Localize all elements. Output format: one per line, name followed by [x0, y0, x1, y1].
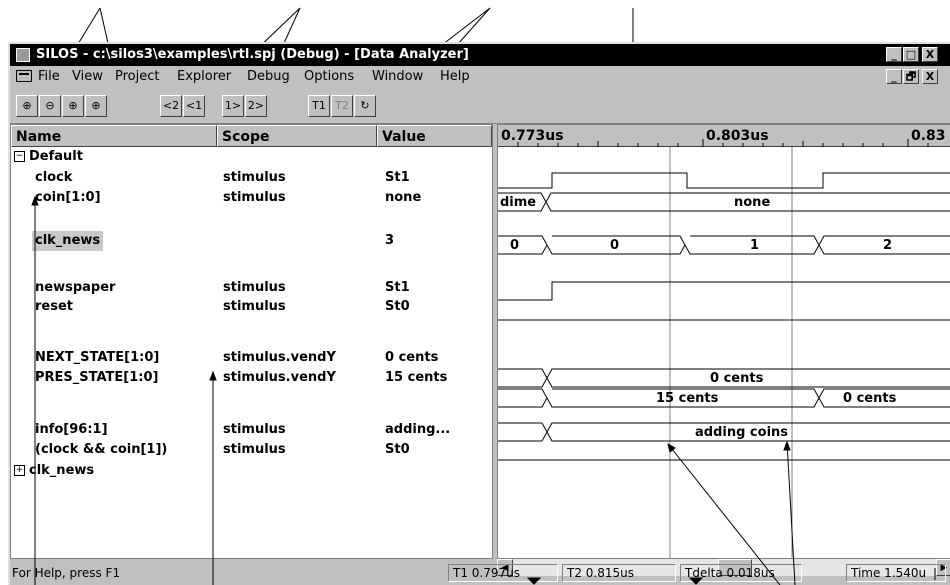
wave-value: 15 cents — [656, 391, 719, 406]
timer-t2-button[interactable]: T2 — [331, 95, 353, 117]
signal-row[interactable]: clock stimulus St1 — [11, 168, 494, 188]
wave-value: 0 — [510, 238, 519, 253]
signal-row[interactable]: + clk_news — [11, 461, 494, 481]
wave-value: 0 cents — [843, 391, 897, 406]
zoom-full-icon[interactable]: ⊕ — [62, 95, 84, 117]
signal-name: (clock && coin[1]) — [35, 442, 168, 457]
wave-value: adding coins — [695, 425, 788, 440]
child-restore-button[interactable]: 🗗 — [903, 69, 919, 84]
signal-scope: stimulus.vendY — [223, 350, 336, 365]
step-forward-1-button[interactable]: 1> — [222, 95, 244, 117]
status-bar: For Help, press F1 T1 0.797us T2 0.815us… — [10, 561, 950, 585]
expand-icon[interactable]: + — [14, 465, 25, 476]
status-t1: T1 0.797us — [448, 564, 558, 582]
status-t2: T2 0.815us — [562, 564, 676, 582]
signal-value: St1 — [385, 170, 410, 185]
zoom-in-icon[interactable]: ⊕ — [16, 95, 38, 117]
menu-debug[interactable]: Debug — [247, 66, 290, 87]
signal-name: PRES_STATE[1:0] — [35, 370, 159, 385]
app-icon[interactable] — [16, 48, 30, 62]
signal-scope: stimulus.vendY — [223, 370, 336, 385]
signal-value: 15 cents — [385, 370, 448, 385]
ruler-ticks — [517, 139, 929, 147]
signal-row-selected[interactable]: clk_news 3 — [11, 231, 494, 251]
signal-name: clock — [35, 170, 73, 185]
menu-options[interactable]: Options — [304, 66, 354, 87]
waveforms: dime none 0 0 1 2 0 cents 15 cents 0 cen… — [498, 147, 950, 558]
window-title: SILOS - c:\silos3\examples\rtl.spj (Debu… — [36, 47, 469, 62]
wave-value: 2 — [883, 238, 892, 253]
signal-scope: stimulus — [223, 190, 286, 205]
step-back-2-button[interactable]: <2 — [160, 95, 182, 117]
close-button[interactable]: X — [922, 47, 938, 62]
menu-bar: File View Project Explorer Debug Options… — [10, 66, 950, 87]
column-header-value[interactable]: Value — [377, 125, 492, 147]
wave-value: 1 — [750, 238, 759, 253]
column-header-name[interactable]: Name — [11, 125, 217, 147]
group-name: clk_news — [29, 463, 95, 478]
menu-project[interactable]: Project — [115, 66, 159, 87]
child-minimize-button[interactable]: _ — [886, 69, 902, 84]
signal-row[interactable]: PRES_STATE[1:0] stimulus.vendY 15 cents — [11, 368, 494, 388]
wave-value: dime — [500, 195, 536, 210]
signal-row[interactable]: coin[1:0] stimulus none — [11, 188, 494, 208]
signal-row[interactable]: − Default — [11, 147, 494, 167]
signal-name: NEXT_STATE[1:0] — [35, 350, 160, 365]
column-header-scope[interactable]: Scope — [217, 125, 377, 147]
signal-row[interactable]: (clock && coin[1]) stimulus St0 — [11, 440, 494, 460]
step-back-1-button[interactable]: <1 — [183, 95, 205, 117]
group-name: Default — [29, 149, 83, 164]
signal-value: adding... — [385, 422, 451, 437]
signal-row[interactable]: info[96:1] stimulus adding... — [11, 420, 494, 440]
refresh-icon[interactable]: ↻ — [354, 95, 376, 117]
signal-row[interactable]: NEXT_STATE[1:0] stimulus.vendY 0 cents — [11, 348, 494, 368]
menu-file[interactable]: File — [38, 66, 60, 87]
signal-scope: stimulus — [223, 299, 286, 314]
menu-view[interactable]: View — [72, 66, 103, 87]
wave-value: none — [734, 195, 770, 210]
menu-window[interactable]: Window — [372, 66, 423, 87]
timer-t1-button[interactable]: T1 — [308, 95, 330, 117]
signal-name: coin[1:0] — [35, 190, 101, 205]
document-icon[interactable] — [16, 70, 32, 82]
signal-name: info[96:1] — [35, 422, 108, 437]
signal-name: reset — [35, 299, 73, 314]
signal-row[interactable]: newspaper stimulus St1 — [11, 278, 494, 298]
wave-value: 0 cents — [710, 371, 764, 386]
zoom-out-icon[interactable]: ⊖ — [39, 95, 61, 117]
status-help: For Help, press F1 — [12, 566, 121, 580]
signal-value: 3 — [385, 233, 395, 248]
toolbar: ⊕ ⊖ ⊕ ⊕ <2 <1 1> 2> T1 T2 ↻ — [10, 87, 950, 124]
waveform-pane[interactable]: 0.773us 0.803us 0.83 dime none 0 0 1 2 0… — [497, 124, 950, 559]
signal-scope: stimulus — [223, 170, 286, 185]
zoom-region-icon[interactable]: ⊕ — [85, 95, 107, 117]
signal-scope: stimulus — [223, 280, 286, 295]
signal-list: Name Scope Value − Default clock stimulus… — [10, 124, 493, 559]
signal-scope: stimulus — [223, 422, 286, 437]
signal-value: none — [385, 190, 422, 205]
child-close-button[interactable]: X — [922, 69, 938, 84]
title-bar[interactable]: SILOS - c:\silos3\examples\rtl.spj (Debu… — [10, 44, 950, 66]
signal-value: St1 — [385, 280, 410, 295]
menu-help[interactable]: Help — [440, 66, 470, 87]
status-tdelta: Tdelta 0.018us — [680, 564, 802, 582]
menu-explorer[interactable]: Explorer — [177, 66, 231, 87]
minimize-button[interactable]: _ — [886, 47, 902, 62]
wave-value: 0 — [610, 238, 619, 253]
collapse-icon[interactable]: − — [14, 151, 25, 162]
signal-scope: stimulus — [223, 442, 286, 457]
signal-row[interactable]: reset stimulus St0 — [11, 297, 494, 317]
signal-name: clk_news — [32, 231, 104, 251]
signal-name: newspaper — [35, 280, 116, 295]
silos-window: SILOS - c:\silos3\examples\rtl.spj (Debu… — [8, 42, 950, 585]
step-forward-2-button[interactable]: 2> — [245, 95, 267, 117]
signal-value: 0 cents — [385, 350, 439, 365]
maximize-button[interactable]: □ — [903, 47, 919, 62]
signal-value: St0 — [385, 299, 410, 314]
time-ruler[interactable]: 0.773us 0.803us 0.83 — [498, 125, 950, 147]
signal-value: St0 — [385, 442, 410, 457]
status-time: Time 1.540u — [846, 564, 946, 582]
